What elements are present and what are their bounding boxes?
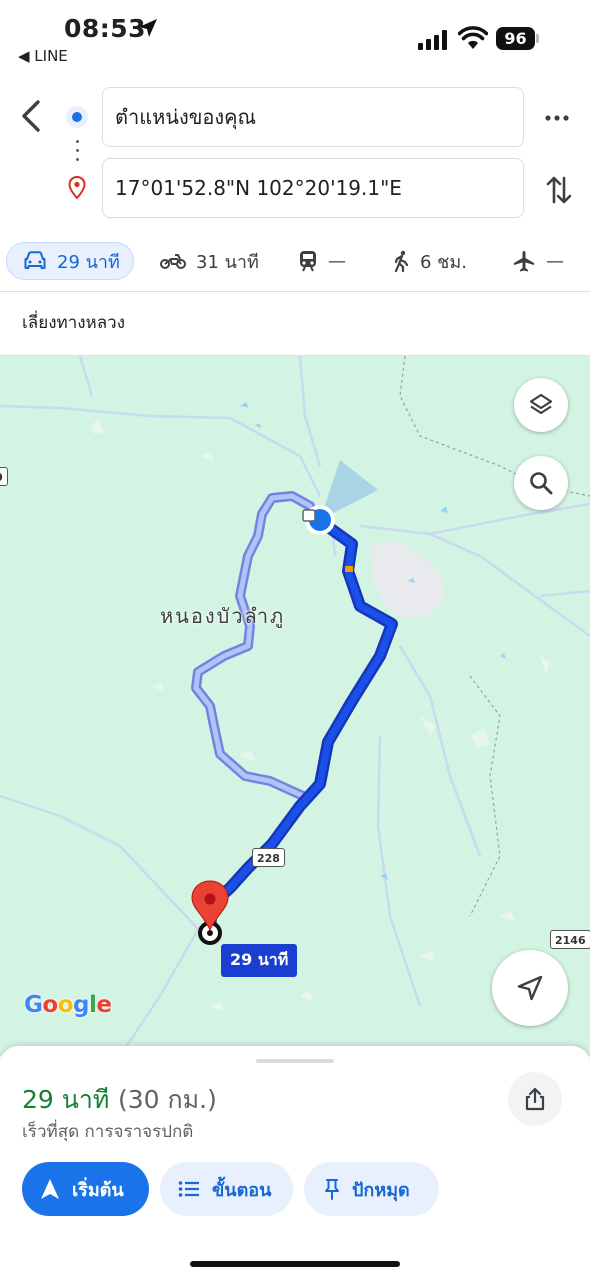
travel-mode-tabs: 29 นาที 31 นาที — 6 ชม. —	[0, 238, 590, 292]
tab-motorcycle-label: 31 นาที	[196, 251, 259, 273]
clock: 08:53	[64, 14, 147, 43]
google-logo: Google	[24, 992, 112, 1018]
layers-button[interactable]	[514, 378, 568, 432]
tab-car-label: 29 นาที	[57, 251, 120, 273]
pushpin-icon	[325, 1179, 339, 1200]
destination-field[interactable]: 17°01'52.8"N 102°20'19.1"E	[102, 158, 524, 218]
route-eta-tag[interactable]: 29 นาที	[221, 944, 298, 977]
recenter-button[interactable]	[492, 950, 568, 1026]
start-button[interactable]: เริ่มต้น	[22, 1162, 149, 1216]
share-button[interactable]	[508, 1072, 562, 1126]
destination-pin-icon	[68, 176, 86, 200]
directions-header: ตำแหน่งของคุณ 17°01'52.8"N 102°20'19.1"E	[0, 70, 590, 238]
road-shield-2146: 2146	[550, 930, 590, 949]
tab-flight[interactable]: —	[512, 242, 564, 280]
tab-walk[interactable]: 6 ชม.	[392, 242, 467, 280]
start-label: เริ่มต้น	[72, 1179, 124, 1201]
search-along-route-button[interactable]	[514, 456, 568, 510]
back-to-app-link[interactable]: ◀ LINE	[18, 47, 68, 65]
location-arrow-icon	[139, 19, 157, 37]
route-options-avoid-highways[interactable]: เลี่ยงทางหลวง	[0, 293, 590, 356]
train-icon	[300, 251, 316, 272]
tab-car[interactable]: 29 นาที	[6, 242, 134, 280]
pin-button[interactable]: ปักหมุด	[304, 1162, 439, 1216]
navigation-arrow-icon	[517, 975, 543, 1001]
map-view[interactable]: หนองบัวลำภู 228 2146 0 29 นาที Google	[0, 356, 590, 1056]
route-subtitle: เร็วที่สุด การจราจรปกติ	[22, 1122, 194, 1142]
car-icon	[24, 251, 46, 269]
sheet-grab-handle[interactable]	[256, 1059, 334, 1063]
layers-icon	[529, 393, 553, 415]
tab-walk-label: 6 ชม.	[420, 251, 467, 273]
tab-motorcycle[interactable]: 31 นาที	[160, 242, 259, 280]
status-bar: 08:53 ◀ LINE 96	[0, 0, 590, 70]
more-options-icon[interactable]	[542, 106, 572, 130]
navigation-icon	[41, 1179, 59, 1199]
tab-flight-label: —	[546, 250, 564, 272]
road-shield-edge: 0	[0, 467, 8, 486]
motorcycle-icon	[160, 254, 186, 269]
home-indicator[interactable]	[190, 1261, 400, 1267]
share-icon	[525, 1087, 545, 1111]
tab-transit-label: —	[328, 250, 346, 272]
cellular-signal-icon	[418, 30, 447, 50]
route-summary-sheet[interactable]: 29 นาที (30 กม.) เร็วที่สุด การจราจรปกติ…	[0, 1046, 590, 1280]
back-arrow-icon[interactable]	[18, 98, 48, 134]
steps-label: ขั้นตอน	[212, 1179, 272, 1201]
battery-indicator: 96	[496, 27, 540, 51]
steps-button[interactable]: ขั้นตอน	[160, 1162, 293, 1216]
origin-dot-icon	[66, 106, 88, 128]
battery-level: 96	[496, 27, 535, 50]
origin-field[interactable]: ตำแหน่งของคุณ	[102, 87, 524, 147]
wifi-icon	[458, 26, 488, 49]
list-icon	[178, 1181, 199, 1197]
swap-icon[interactable]	[544, 172, 574, 208]
route-distance: (30 กม.)	[118, 1085, 217, 1114]
pin-label: ปักหมุด	[352, 1179, 410, 1201]
airplane-icon	[514, 251, 534, 272]
walking-icon	[394, 250, 409, 272]
place-label: หนองบัวลำภู	[160, 604, 286, 628]
road-shield-228: 228	[252, 848, 285, 867]
route-connector	[76, 140, 79, 166]
route-duration: 29 นาที	[22, 1085, 110, 1114]
tab-transit[interactable]: —	[298, 242, 346, 280]
search-icon	[530, 472, 553, 495]
